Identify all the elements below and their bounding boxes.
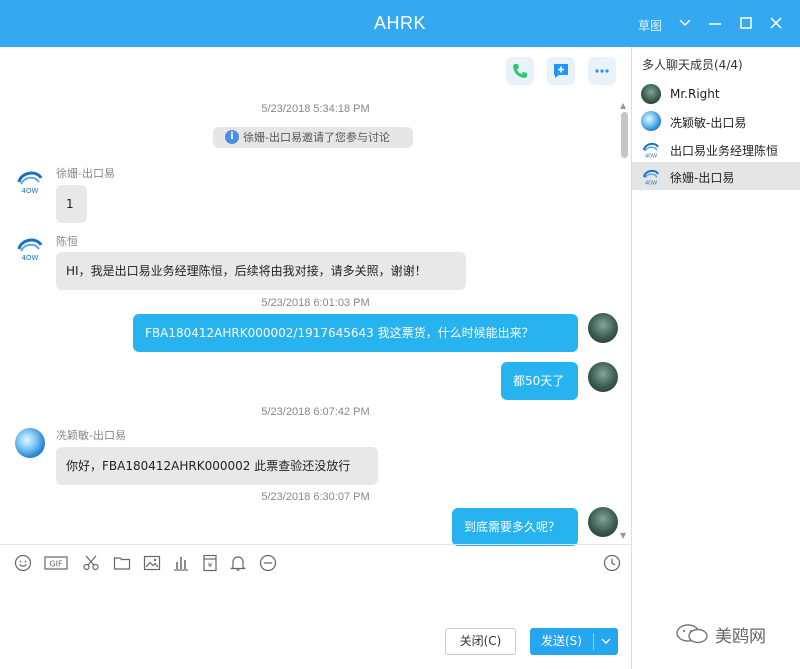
maximize-icon[interactable] [737, 14, 755, 32]
company-logo-icon: 4OW [643, 142, 659, 160]
add-chat-icon [554, 64, 568, 78]
chevron-down-icon[interactable] [599, 628, 613, 655]
members-panel: 多人聊天成员(4/4) Mr.Right 冼颖敏-出口易 4OW 出口易业务经理… [632, 47, 800, 669]
sender-name: 徐姗-出口易 [56, 167, 115, 180]
message-bubble[interactable]: 你好，FBA180412AHRK000002 此票查验还没放行 [56, 447, 378, 485]
top-label: 草图 [638, 19, 663, 33]
message-bubble[interactable]: 到底需要多久呢？ [452, 508, 578, 546]
title-bar: AHRK 草图 [0, 0, 800, 47]
system-note: i 徐姗-出口易邀请了您参与讨论 [213, 127, 413, 148]
send-button[interactable]: 发送(S) [530, 628, 618, 655]
scrollbar-thumb[interactable] [621, 112, 628, 158]
minus-circle-icon[interactable] [259, 554, 277, 572]
avatar[interactable] [15, 428, 45, 458]
member-name: 出口易业务经理陈恒 [670, 144, 779, 158]
avatar[interactable]: 4OW [15, 233, 45, 263]
svg-text:4OW: 4OW [22, 187, 39, 195]
avatar[interactable] [588, 362, 618, 392]
member-name: 徐姗-出口易 [670, 171, 735, 185]
calculator-icon[interactable]: ¥ [201, 554, 219, 572]
svg-text:4OW: 4OW [645, 181, 657, 187]
call-button[interactable] [506, 57, 534, 85]
system-note-text: 徐姗-出口易邀请了您参与讨论 [243, 131, 390, 144]
scissors-icon[interactable] [82, 554, 100, 572]
more-icon [595, 69, 609, 73]
message-bubble[interactable]: 都50天了 [501, 362, 578, 400]
send-button-label: 发送(S) [541, 634, 582, 648]
folder-icon[interactable] [113, 554, 131, 572]
member-name: 冼颖敏-出口易 [670, 116, 747, 130]
chart-icon[interactable] [172, 554, 190, 572]
history-icon[interactable] [603, 554, 621, 572]
avatar[interactable] [588, 313, 618, 343]
info-icon: i [225, 130, 239, 144]
bell-icon[interactable] [229, 554, 247, 572]
composer-toolbar: GIF ¥ [0, 544, 631, 580]
message-timestamp: 5/23/2018 5:34:18 PM [261, 103, 370, 115]
company-logo-icon: 4OW [643, 169, 659, 187]
emoji-icon[interactable] [14, 554, 32, 572]
members-header: 多人聊天成员(4/4) [642, 58, 743, 72]
message-timestamp: 5/23/2018 6:30:07 PM [261, 491, 370, 503]
svg-text:GIF: GIF [49, 560, 63, 569]
message-input[interactable] [0, 580, 631, 669]
phone-icon [513, 64, 527, 78]
svg-text:4OW: 4OW [645, 154, 657, 160]
message-timestamp: 5/23/2018 6:07:42 PM [261, 406, 370, 418]
send-button-separator [593, 633, 594, 650]
member-item[interactable]: 4OW 徐姗-出口易 [632, 162, 800, 190]
company-logo-icon: 4OW [17, 238, 43, 262]
add-chat-button[interactable] [547, 57, 575, 85]
company-logo-icon: 4OW [17, 171, 43, 195]
member-item[interactable]: Mr.Right [632, 80, 800, 108]
gif-icon[interactable]: GIF [44, 554, 68, 572]
message-bubble[interactable]: FBA180412AHRK000002/1917645643 我这票货，什么时候… [133, 314, 578, 352]
minimize-icon[interactable] [706, 14, 724, 32]
watermark-text: 美鸥网 [715, 627, 766, 647]
member-item[interactable]: 冼颖敏-出口易 [632, 107, 800, 135]
message-bubble[interactable]: HI，我是出口易业务经理陈恒，后续将由我对接，请多关照，谢谢！ [56, 252, 466, 290]
avatar [641, 111, 661, 131]
avatar[interactable] [588, 507, 618, 537]
scroll-up-arrow-icon[interactable]: ▲ [620, 101, 626, 110]
scroll-down-arrow-icon[interactable]: ▼ [620, 531, 626, 540]
svg-text:¥: ¥ [208, 562, 213, 570]
avatar[interactable]: 4OW [15, 166, 45, 196]
message-bubble[interactable]: 1 [56, 185, 87, 223]
member-item[interactable]: 4OW 出口易业务经理陈恒 [632, 135, 800, 163]
close-icon[interactable] [767, 14, 785, 32]
avatar [641, 84, 661, 104]
close-button[interactable]: 关闭(C) [445, 628, 516, 655]
more-button[interactable] [588, 57, 616, 85]
sender-name: 冼颖敏-出口易 [56, 429, 126, 442]
wechat-icon [676, 624, 708, 644]
member-name: Mr.Right [670, 87, 720, 101]
sender-name: 陈恒 [56, 235, 78, 248]
message-timestamp: 5/23/2018 6:01:03 PM [261, 297, 370, 309]
svg-text:4OW: 4OW [22, 254, 39, 262]
chevron-down-icon[interactable] [676, 14, 694, 32]
image-icon[interactable] [143, 554, 161, 572]
